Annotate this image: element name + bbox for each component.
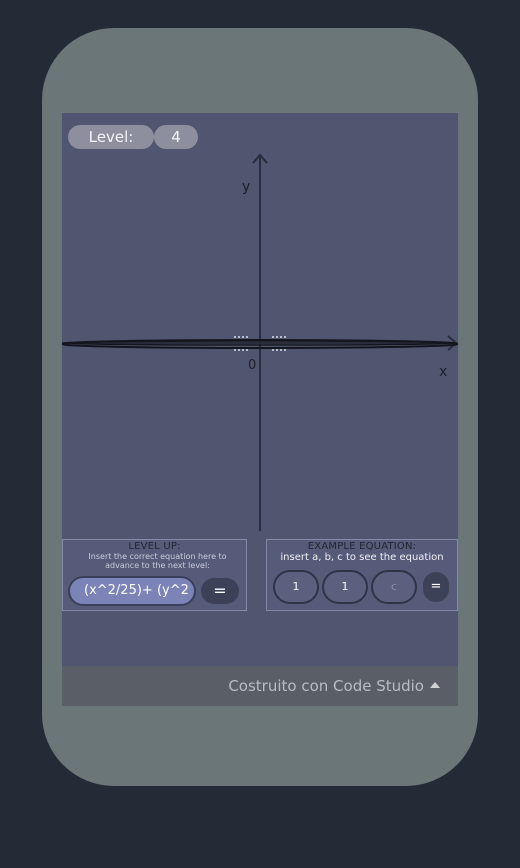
level-up-instruction: Insert the correct equation here to adva… — [88, 552, 227, 570]
c-input[interactable]: c — [371, 570, 417, 604]
show-example-button[interactable]: = — [423, 572, 449, 602]
x-axis-label: x — [439, 364, 447, 380]
example-equation-panel: EXAMPLE EQUATION: insert a, b, c to see … — [266, 539, 458, 611]
level-up-title: LEVEL UP: — [128, 541, 181, 552]
submit-equation-button[interactable]: = — [201, 578, 239, 604]
b-input[interactable]: 1 — [322, 570, 368, 604]
footer-bar: Costruito con Code Studio — [62, 666, 458, 706]
level-label: Level: — [68, 125, 154, 149]
example-equation-title: EXAMPLE EQUATION: — [307, 541, 417, 552]
level-up-panel: LEVEL UP: Insert the correct equation he… — [62, 539, 247, 611]
level-value: 4 — [154, 125, 198, 149]
footer-link[interactable]: Costruito con Code Studio — [228, 666, 440, 706]
origin-label: 0 — [248, 358, 256, 373]
app-screen: Level: 4 y x 0 LEVEL UP: Insert the corr… — [62, 113, 458, 706]
caret-up-icon — [430, 682, 440, 688]
graph-canvas: y x 0 — [62, 153, 458, 531]
example-equation-instruction: insert a, b, c to see the equation — [280, 552, 444, 563]
a-input[interactable]: 1 — [273, 570, 319, 604]
footer-text: Costruito con Code Studio — [228, 677, 424, 695]
equation-input[interactable]: (x^2/25)+ (y^2 — [68, 576, 196, 606]
y-axis-label: y — [242, 179, 250, 195]
